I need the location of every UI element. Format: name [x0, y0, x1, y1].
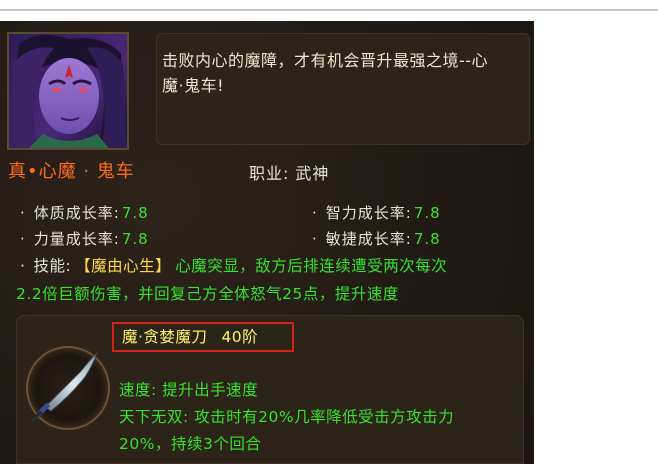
weapon-attribute-3: 20%，持续3个回合 [119, 435, 262, 453]
skill-name: 【魔由心生】 [75, 257, 172, 275]
skill-line-1: · 技能: 【魔由心生】 心魔突显，敌方后排连续遭受两次每次 [20, 254, 447, 276]
stat-intelligence: · 智力成长率: 7.8 [312, 202, 441, 223]
bullet-icon: · [312, 230, 318, 248]
stat-label: 智力成长率: [325, 204, 412, 222]
weapon-attribute-1: 速度: 提升出手速度 [119, 381, 259, 399]
weapon-attribute-2: 天下无双: 攻击时有20%几率降低受击方攻击力 [119, 408, 455, 426]
stat-value: 7.8 [121, 204, 149, 222]
stat-label: 敏捷成长率: [325, 230, 412, 248]
description-line-1: 击败内心的魔障，才有机会晋升最强之境--心 [162, 51, 489, 70]
description-line-2: 魔·鬼车! [162, 76, 225, 95]
bullet-icon: · [20, 204, 26, 222]
hero-name: 真•心魔 · 鬼车 [8, 161, 135, 182]
weapon-level: 40阶 [221, 328, 259, 346]
stat-label: 力量成长率: [33, 230, 120, 248]
stat-value: 7.8 [413, 230, 441, 248]
hero-portrait [7, 32, 129, 150]
bullet-icon: · [20, 230, 26, 248]
weapon-title: 魔·贪婪魔刀 40阶 [112, 322, 294, 352]
skill-description-part2: 2.2倍巨额伤害，并回复己方全体怒气25点，提升速度 [16, 285, 399, 303]
job-value: 武神 [295, 164, 330, 183]
stat-value: 7.8 [413, 204, 441, 222]
skill-description-part1: 心魔突显，敌方后排连续遭受两次每次 [175, 257, 448, 275]
stat-label: 体质成长率: [33, 204, 120, 222]
skill-label: 技能: [33, 257, 72, 275]
stat-value: 7.8 [121, 230, 149, 248]
job-label: 职业: [249, 164, 290, 183]
stat-agility: · 敏捷成长率: 7.8 [312, 228, 441, 249]
blade-icon [26, 346, 110, 430]
weapon-icon [23, 343, 113, 433]
hero-description: 击败内心的魔障，才有机会晋升最强之境--心 魔·鬼车! [162, 48, 526, 98]
demon-portrait-image [9, 34, 127, 148]
stat-constitution: · 体质成长率: 7.8 [20, 202, 149, 223]
stat-strength: · 力量成长率: 7.8 [20, 228, 149, 249]
hero-job: 职业: 武神 [249, 160, 329, 184]
top-divider [0, 9, 658, 11]
bullet-icon: · [20, 257, 26, 275]
bullet-icon: · [312, 204, 318, 222]
weapon-name: 魔·贪婪魔刀 [122, 328, 208, 346]
